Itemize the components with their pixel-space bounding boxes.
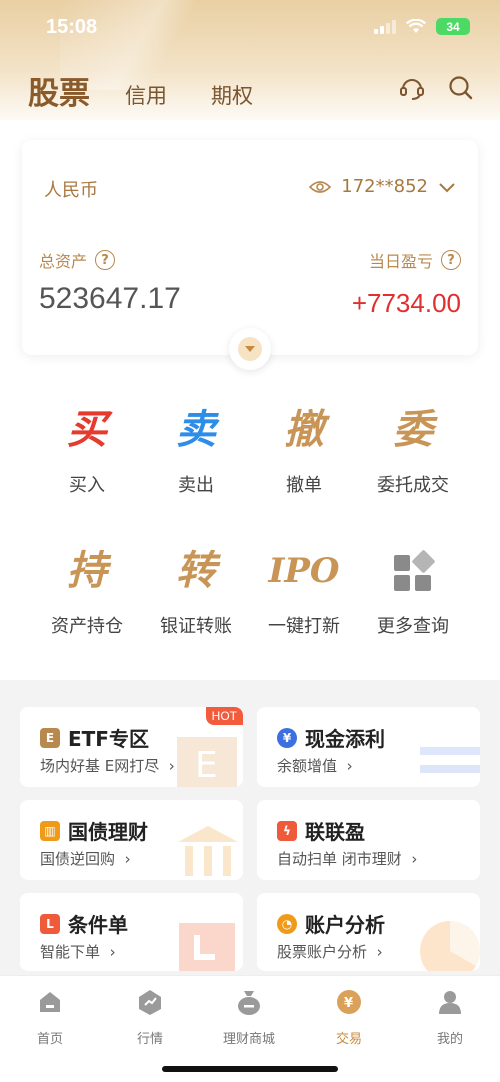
bank-transfer-button[interactable]: 转 银证转账 bbox=[141, 546, 251, 638]
daily-pnl-label: 当日盈亏 ? bbox=[369, 248, 461, 272]
etf-watermark-icon: E bbox=[177, 737, 237, 787]
yuan-coin-icon: ¥ bbox=[337, 990, 361, 1014]
user-icon bbox=[439, 991, 461, 1014]
home-indicator bbox=[162, 1066, 338, 1072]
account-analysis-subtitle: 股票账户分析 bbox=[277, 943, 368, 961]
account-selector[interactable]: 172**852 bbox=[309, 176, 456, 197]
treasury-subtitle: 国债逆回购 bbox=[40, 850, 116, 868]
account-number: 172**852 bbox=[341, 176, 428, 197]
help-icon[interactable]: ? bbox=[441, 250, 461, 270]
wifi-icon bbox=[406, 19, 426, 33]
caret-down-icon bbox=[238, 337, 262, 361]
home-icon bbox=[40, 992, 60, 1012]
etf-icon: E bbox=[40, 727, 60, 748]
tab-stock[interactable]: 股票 bbox=[28, 68, 90, 113]
orders-label: 委托成交 bbox=[377, 475, 449, 496]
yuan-icon: ¥ bbox=[277, 727, 297, 748]
nav-home[interactable]: 首页 bbox=[5, 988, 95, 1047]
orders-button[interactable]: 委 委托成交 bbox=[358, 405, 468, 497]
total-assets-value: 523647.17 bbox=[39, 282, 181, 315]
nav-me[interactable]: 我的 bbox=[405, 988, 495, 1047]
buy-icon: 买 bbox=[67, 406, 107, 453]
positions-button[interactable]: 持 资产持仓 bbox=[32, 546, 142, 638]
treasury-title: 国债理财 bbox=[68, 820, 148, 844]
sell-button[interactable]: 卖 卖出 bbox=[141, 405, 251, 497]
tab-credit[interactable]: 信用 bbox=[125, 80, 167, 110]
nav-trade[interactable]: ¥ 交易 bbox=[304, 988, 394, 1047]
market-icon bbox=[139, 990, 161, 1015]
cash-plus-title: 现金添利 bbox=[305, 727, 385, 751]
treasury-card[interactable]: ▥ 国债理财 国债逆回购 › bbox=[20, 800, 243, 880]
cash-watermark-icon bbox=[420, 747, 480, 773]
status-indicators: 34 bbox=[374, 18, 470, 35]
battery-icon: 34 bbox=[436, 18, 470, 35]
account-analysis-title: 账户分析 bbox=[305, 913, 385, 937]
status-bar: 15:08 34 bbox=[0, 0, 500, 56]
chevron-right-icon: › bbox=[104, 943, 116, 961]
signal-icon bbox=[374, 19, 396, 34]
account-analysis-card[interactable]: ◔ 账户分析 股票账户分析 › bbox=[257, 893, 480, 971]
conditional-order-icon: L bbox=[40, 913, 60, 934]
chevron-right-icon: › bbox=[406, 850, 418, 868]
lianlianying-card[interactable]: ϟ 联联盈 自动扫单 闭市理财 › bbox=[257, 800, 480, 880]
lightning-icon: ϟ bbox=[277, 820, 297, 841]
cash-plus-card[interactable]: ¥ 现金添利 余额增值 › bbox=[257, 707, 480, 787]
svg-text:E: E bbox=[195, 745, 218, 786]
help-icon[interactable]: ? bbox=[95, 250, 116, 270]
chevron-right-icon: › bbox=[119, 850, 131, 868]
lianlianying-subtitle: 自动扫单 闭市理财 bbox=[277, 850, 402, 868]
nav-wealth-mall[interactable]: 理财商城 bbox=[204, 988, 294, 1047]
currency-label: 人民币 bbox=[44, 180, 98, 201]
search-icon[interactable] bbox=[447, 74, 475, 102]
buy-label: 买入 bbox=[69, 475, 105, 496]
conditional-order-title: 条件单 bbox=[68, 913, 128, 937]
etf-zone-card[interactable]: HOT E E ETF专区 场内好基 E网打尽 › bbox=[20, 707, 243, 787]
conditional-order-subtitle: 智能下单 bbox=[40, 943, 101, 961]
expand-button[interactable] bbox=[229, 328, 271, 370]
positions-label: 资产持仓 bbox=[51, 616, 123, 637]
ipo-label: 一键打新 bbox=[268, 616, 340, 637]
etf-zone-title: ETF专区 bbox=[68, 727, 149, 751]
more-query-button[interactable]: 更多查询 bbox=[358, 546, 468, 638]
customer-service-icon[interactable] bbox=[398, 74, 426, 102]
hot-badge: HOT bbox=[205, 707, 243, 725]
account-card: 人民币 172**852 总资产 ? 当日盈亏 ? 523647.17 +773… bbox=[22, 140, 478, 355]
chevron-right-icon: › bbox=[341, 757, 353, 775]
conditional-watermark-icon bbox=[179, 923, 235, 971]
grid-icon bbox=[358, 546, 468, 596]
bank-transfer-label: 银证转账 bbox=[160, 616, 232, 637]
daily-pnl-value: +7734.00 bbox=[351, 288, 461, 318]
pie-chart-icon: ◔ bbox=[277, 913, 297, 934]
lianlianying-title: 联联盈 bbox=[305, 820, 365, 844]
total-assets-label: 总资产 ? bbox=[39, 248, 116, 272]
positions-icon: 持 bbox=[67, 547, 107, 594]
conditional-order-card[interactable]: L 条件单 智能下单 › bbox=[20, 893, 243, 971]
top-tabs: 股票 信用 期权 bbox=[0, 64, 500, 114]
ipo-icon: IPO bbox=[268, 551, 340, 591]
eye-icon[interactable] bbox=[309, 179, 332, 195]
transfer-icon: 转 bbox=[176, 547, 216, 594]
chevron-right-icon: › bbox=[371, 943, 383, 961]
cancel-order-icon: 撤 bbox=[284, 406, 324, 453]
pie-watermark-icon bbox=[420, 921, 480, 971]
more-query-label: 更多查询 bbox=[377, 616, 449, 637]
cash-plus-subtitle: 余额增值 bbox=[277, 757, 338, 775]
buy-button[interactable]: 买 买入 bbox=[32, 405, 142, 497]
ipo-button[interactable]: IPO 一键打新 bbox=[249, 546, 359, 638]
orders-icon: 委 bbox=[393, 406, 433, 453]
tab-option[interactable]: 期权 bbox=[211, 80, 253, 110]
etf-zone-subtitle: 场内好基 E网打尽 bbox=[40, 757, 160, 775]
bank-watermark-icon bbox=[178, 826, 238, 876]
cancel-order-label: 撤单 bbox=[286, 475, 322, 496]
svg-text:¥: ¥ bbox=[344, 996, 353, 1011]
sell-icon: 卖 bbox=[176, 406, 216, 453]
nav-market[interactable]: 行情 bbox=[105, 988, 195, 1047]
money-bag-icon bbox=[238, 991, 260, 1015]
chevron-right-icon: › bbox=[164, 757, 175, 775]
cancel-order-button[interactable]: 撤 撤单 bbox=[249, 405, 359, 497]
treasury-icon: ▥ bbox=[40, 820, 60, 841]
status-time: 15:08 bbox=[46, 16, 98, 38]
sell-label: 卖出 bbox=[178, 475, 214, 496]
chevron-down-icon[interactable] bbox=[438, 181, 456, 193]
